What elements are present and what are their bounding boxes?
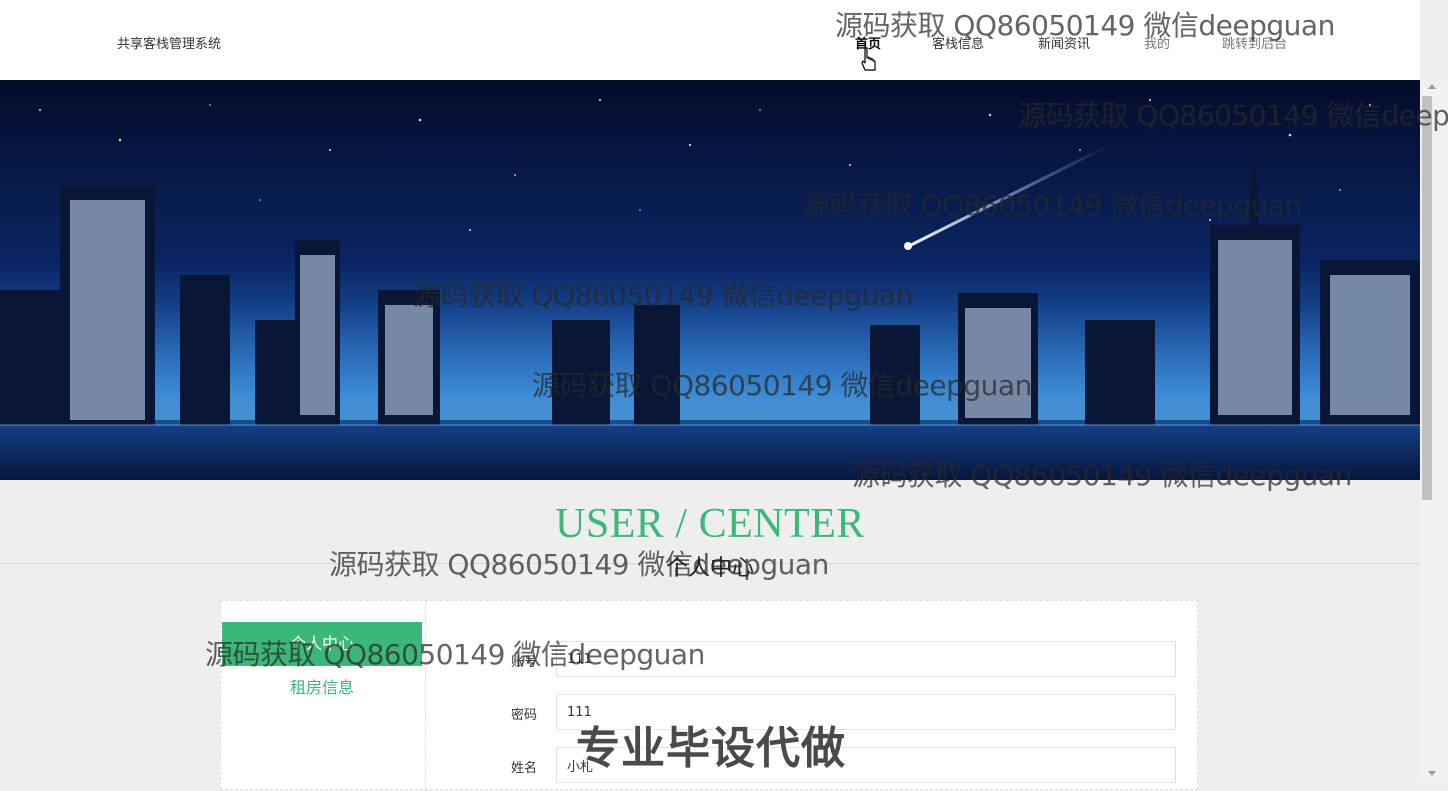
nav-news[interactable]: 新闻资讯 xyxy=(1038,33,1090,52)
site-brand[interactable]: 共享客栈管理系统 xyxy=(117,33,221,52)
name-label: 姓名 xyxy=(511,761,538,776)
hero-banner-image xyxy=(0,80,1420,480)
password-label: 密码 xyxy=(511,708,538,723)
scroll-up-arrow-icon[interactable] xyxy=(1428,84,1436,89)
section-title-english: USER / CENTER xyxy=(555,501,865,547)
user-center-sidebar: 个人中心 租房信息 xyxy=(221,601,426,791)
nav-home[interactable]: 首页 xyxy=(855,33,881,52)
top-navigation-bar: 共享客栈管理系统 首页 客栈信息 新闻资讯 我的 跳转到后台 xyxy=(0,0,1420,80)
watermark-stamp: 专业毕设代做 xyxy=(576,723,846,774)
account-label: 账号 xyxy=(511,655,538,670)
sidebar-item-personal-center[interactable]: 个人中心 xyxy=(222,622,422,666)
section-title-chinese-text: 个人中心 xyxy=(655,556,764,581)
nav-admin-link[interactable]: 跳转到后台 xyxy=(1222,33,1287,52)
night-city-skyline-illustration xyxy=(0,80,1420,480)
scrollbar-thumb[interactable] xyxy=(1422,96,1432,500)
sidebar-item-rental-info[interactable]: 租房信息 xyxy=(222,673,422,703)
section-title-chinese: 个人中心 xyxy=(0,550,1420,582)
page-scrollbar[interactable] xyxy=(1420,80,1448,782)
nav-inn-info[interactable]: 客栈信息 xyxy=(932,33,984,52)
account-input[interactable] xyxy=(556,641,1176,677)
scroll-down-arrow-icon[interactable] xyxy=(1428,771,1436,776)
nav-mine[interactable]: 我的 xyxy=(1144,33,1170,52)
